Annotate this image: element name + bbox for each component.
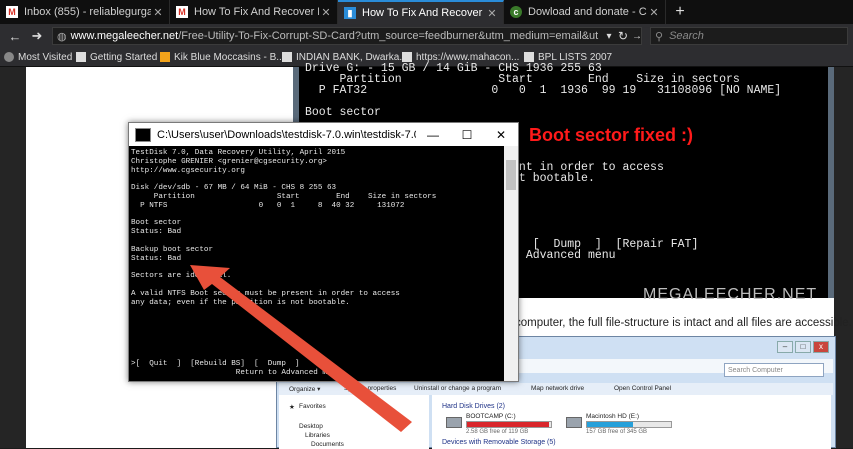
annotation-arrow: [190, 265, 412, 432]
